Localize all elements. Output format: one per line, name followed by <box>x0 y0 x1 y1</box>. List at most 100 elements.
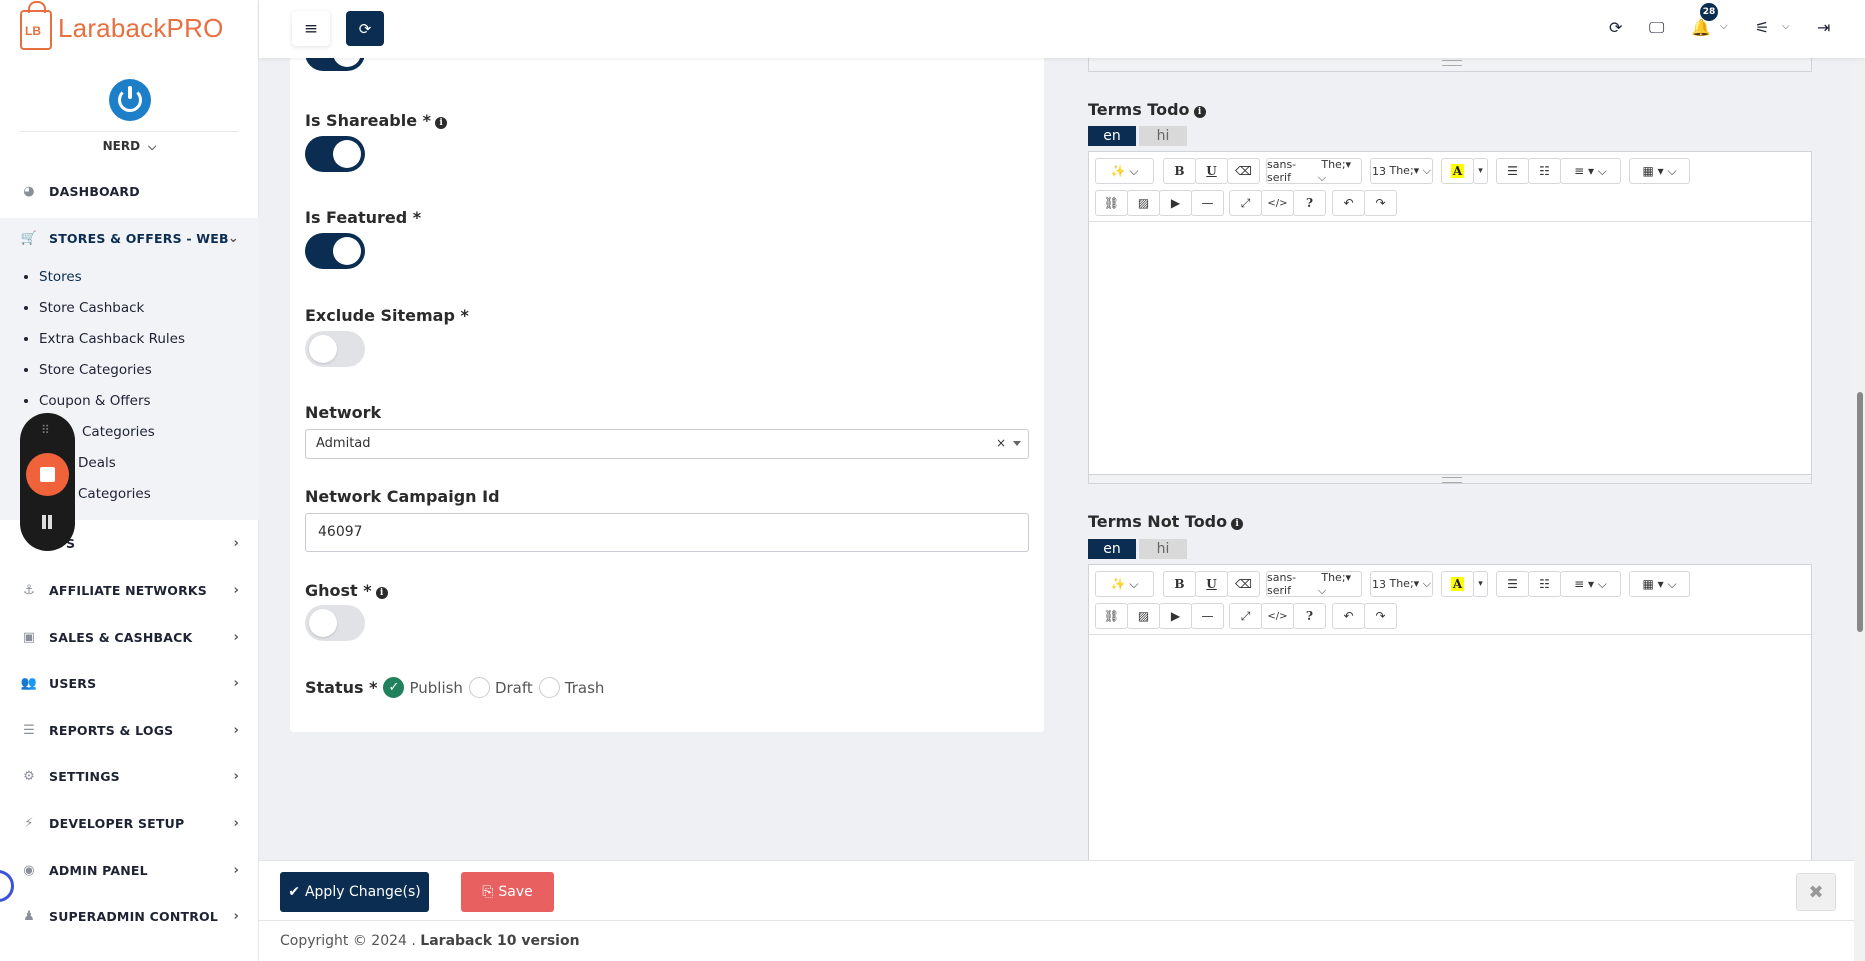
status-draft-radio[interactable] <box>468 677 490 698</box>
help-icon[interactable]: ? <box>1293 603 1326 629</box>
chevron-down-icon[interactable]: ⌵ <box>1720 21 1728 32</box>
table-icon[interactable]: ▦ ▾ ⌵ <box>1629 571 1690 597</box>
horizontal-rule-icon[interactable]: — <box>1191 190 1224 216</box>
status-publish-radio[interactable]: ✓ <box>383 677 405 698</box>
text-color-button[interactable]: A <box>1441 571 1474 597</box>
sidebar-item-affiliate-networks[interactable]: ⚓ AFFILIATE NETWORKS › <box>0 572 259 608</box>
sidebar-item-stores-offers-web[interactable]: 🛒 STORES & OFFERS - WEB ⌄ <box>0 220 259 256</box>
sidebar-subitem-stores[interactable]: Stores <box>24 269 82 285</box>
tab-en[interactable]: en <box>1088 126 1136 146</box>
sliders-icon[interactable]: ⚟ <box>1755 18 1769 37</box>
eraser-icon[interactable]: ⌫ <box>1227 571 1260 597</box>
scrollbar-thumb[interactable] <box>1857 392 1863 632</box>
paragraph-align-icon[interactable]: ≡ ▾ ⌵ <box>1560 158 1621 184</box>
eraser-icon[interactable]: ⌫ <box>1227 158 1260 184</box>
apply-changes-button[interactable]: ✔ Apply Change(s) <box>280 872 429 912</box>
user-menu[interactable]: NERD ⌵ <box>0 139 259 154</box>
font-size-select[interactable]: 13 The;▾ ⌵ <box>1370 571 1433 597</box>
underline-button[interactable]: U <box>1195 571 1228 597</box>
sidebar-subitem-extra-cashback-rules[interactable]: Extra Cashback Rules <box>24 331 185 347</box>
sidebar-subitem-deal-categories[interactable]: Categories <box>78 486 151 502</box>
network-campaign-id-input[interactable]: 46097 <box>305 513 1029 552</box>
sidebar-item-admin-panel[interactable]: ◉ ADMIN PANEL › <box>0 852 259 888</box>
save-button[interactable]: ⎘ Save <box>461 872 554 912</box>
sidebar-item-dashboard[interactable]: ◕ DASHBOARD <box>0 173 259 209</box>
magic-style-button[interactable]: ✨ ⌵ <box>1095 571 1154 597</box>
sidebar-subitem-store-cashback[interactable]: Store Cashback <box>24 300 144 316</box>
image-icon[interactable]: ▨ <box>1127 190 1160 216</box>
chevron-down-icon[interactable]: ⌵ <box>1782 21 1790 32</box>
sidebar-subitem-store-categories[interactable]: Store Categories <box>24 362 152 378</box>
text-color-dropdown[interactable]: ▾ <box>1473 158 1488 184</box>
sidebar-subitem-deals[interactable]: Deals <box>78 455 116 471</box>
sidebar-item-developer-setup[interactable]: ⚡ DEVELOPER SETUP › <box>0 805 259 841</box>
network-select[interactable]: Admitad × <box>305 429 1029 459</box>
code-view-icon[interactable]: </> <box>1261 190 1294 216</box>
app-logo[interactable]: LB LarabackPRO <box>20 1 224 50</box>
exclude-sitemap-toggle[interactable] <box>305 331 365 367</box>
sidebar-item-sales-cashback[interactable]: ▣ SALES & CASHBACK › <box>0 619 259 655</box>
text-color-button[interactable]: A <box>1441 158 1474 184</box>
sidebar-subitem-coupon-offers[interactable]: Coupon & Offers <box>24 393 151 409</box>
font-size-select[interactable]: 13 The;▾ ⌵ <box>1370 158 1433 184</box>
image-icon[interactable]: ▨ <box>1127 603 1160 629</box>
info-icon[interactable]: i <box>435 117 448 129</box>
undo-icon[interactable]: ↶ <box>1332 190 1365 216</box>
close-icon[interactable]: ✖ <box>1796 873 1836 911</box>
is-featured-toggle[interactable] <box>305 233 365 269</box>
bold-button[interactable]: B <box>1163 158 1196 184</box>
font-family-select[interactable]: sans-serif The;▾ ⌵ <box>1266 571 1362 597</box>
numbered-list-icon[interactable]: ☷ <box>1528 571 1561 597</box>
fullscreen-icon[interactable]: ⤢ <box>1229 190 1262 216</box>
status-trash-radio[interactable] <box>538 677 560 698</box>
clear-icon[interactable]: × <box>996 436 1006 450</box>
sidebar-item-users[interactable]: 👥 USERS › <box>0 665 259 701</box>
sidebar-subitem-coupon-categories[interactable]: Categories <box>82 424 155 440</box>
code-view-icon[interactable]: </> <box>1261 603 1294 629</box>
info-icon[interactable]: i <box>375 587 388 599</box>
text-color-dropdown[interactable]: ▾ <box>1473 571 1488 597</box>
refresh-button[interactable]: ⟳ <box>346 11 384 46</box>
power-icon[interactable] <box>109 79 151 121</box>
redo-icon[interactable]: ↷ <box>1364 190 1397 216</box>
fullscreen-icon[interactable]: ⤢ <box>1229 603 1262 629</box>
info-icon[interactable]: i <box>1231 518 1244 530</box>
tab-hi[interactable]: hi <box>1139 126 1187 146</box>
stop-recording-button[interactable] <box>26 453 69 496</box>
info-icon[interactable]: i <box>1193 106 1206 118</box>
editor-resize-handle[interactable] <box>1088 58 1812 72</box>
pause-icon[interactable] <box>40 515 54 529</box>
sidebar-item-settings[interactable]: ⚙ SETTINGS › <box>0 758 259 794</box>
video-icon[interactable]: ▶ <box>1159 190 1192 216</box>
help-icon[interactable]: ? <box>1293 190 1326 216</box>
bullet-list-icon[interactable]: ☰ <box>1496 571 1529 597</box>
sidebar-item-superadmin-control[interactable]: ♟ SUPERADMIN CONTROL › <box>0 898 259 934</box>
bullet-list-icon[interactable]: ☰ <box>1496 158 1529 184</box>
screen-recorder-widget[interactable]: ⠿ <box>20 413 75 551</box>
logout-icon[interactable]: ⇥ <box>1817 18 1830 37</box>
editor-resize-handle[interactable] <box>1088 475 1812 484</box>
sync-icon[interactable]: ⟳ <box>1609 18 1622 37</box>
ghost-toggle[interactable] <box>305 605 365 641</box>
undo-icon[interactable]: ↶ <box>1332 603 1365 629</box>
underline-button[interactable]: U <box>1195 158 1228 184</box>
terms-not-todo-content[interactable] <box>1089 635 1811 863</box>
horizontal-rule-icon[interactable]: — <box>1191 603 1224 629</box>
terms-todo-content[interactable] <box>1089 222 1811 474</box>
font-family-select[interactable]: sans-serif The;▾ ⌵ <box>1266 158 1362 184</box>
monitor-icon[interactable]: 🖵 <box>1649 18 1664 38</box>
sidebar-item-reports-logs[interactable]: ☰ REPORTS & LOGS › <box>0 712 259 748</box>
video-icon[interactable]: ▶ <box>1159 603 1192 629</box>
redo-icon[interactable]: ↷ <box>1364 603 1397 629</box>
magic-style-button[interactable]: ✨ ⌵ <box>1095 158 1154 184</box>
table-icon[interactable]: ▦ ▾ ⌵ <box>1629 158 1690 184</box>
is-shareable-toggle[interactable] <box>305 136 365 172</box>
link-icon[interactable]: ⛓ <box>1095 603 1128 629</box>
link-icon[interactable]: ⛓ <box>1095 190 1128 216</box>
bold-button[interactable]: B <box>1163 571 1196 597</box>
paragraph-align-icon[interactable]: ≡ ▾ ⌵ <box>1560 571 1621 597</box>
menu-toggle-button[interactable]: ≡ <box>292 11 330 46</box>
numbered-list-icon[interactable]: ☷ <box>1528 158 1561 184</box>
tab-en[interactable]: en <box>1088 539 1136 559</box>
tab-hi[interactable]: hi <box>1139 539 1187 559</box>
